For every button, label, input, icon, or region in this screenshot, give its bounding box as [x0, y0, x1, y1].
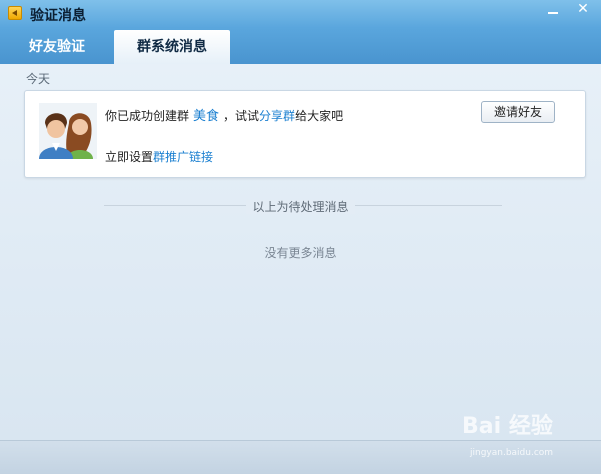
invite-friends-button[interactable]: 邀请好友	[481, 101, 555, 123]
tab-friend-verification[interactable]: 好友验证	[0, 30, 114, 64]
close-button[interactable]: ✕	[569, 0, 597, 20]
message-part1: 你已成功创建群	[105, 109, 190, 123]
watermark-url: jingyan.baidu.com	[470, 448, 554, 458]
share-group-link[interactable]: 分享群	[259, 109, 295, 123]
pending-divider-label: 以上为待处理消息	[246, 200, 355, 214]
tab-bar: 好友验证 群系统消息	[0, 28, 601, 64]
message-part3: 给大家吧	[295, 109, 344, 123]
speaker-icon	[8, 6, 22, 20]
baidu-watermark-logo: Bai 经验	[462, 414, 553, 439]
message-card: 你已成功创建群 美食 ，试试分享群给大家吧 立即设置群推广链接 邀请好友	[24, 90, 586, 178]
setup-text: 立即设置群推广链接	[105, 148, 213, 165]
message-list: 今天 你已成功创建群 美食 ，试试分享群给大家吧 立即设置群推广链接 邀请好友 以上…	[0, 64, 601, 440]
setup-prefix: 立即设置	[105, 150, 154, 164]
window-title: 验证消息	[30, 8, 86, 24]
message-part2: ，试试	[223, 109, 260, 123]
title-bar: 验证消息 ✕	[0, 0, 601, 28]
promo-link[interactable]: 群推广链接	[153, 150, 213, 164]
couple-avatar-icon	[39, 103, 97, 159]
tab-group-system-messages[interactable]: 群系统消息	[114, 30, 230, 64]
minimize-button[interactable]	[539, 0, 567, 20]
date-label: 今天	[26, 72, 51, 86]
no-more-messages: 没有更多消息	[264, 246, 337, 260]
pending-divider: 以上为待处理消息	[0, 198, 601, 215]
group-name-link[interactable]: 美食	[193, 109, 219, 124]
message-text: 你已成功创建群 美食 ，试试分享群给大家吧	[105, 105, 343, 124]
